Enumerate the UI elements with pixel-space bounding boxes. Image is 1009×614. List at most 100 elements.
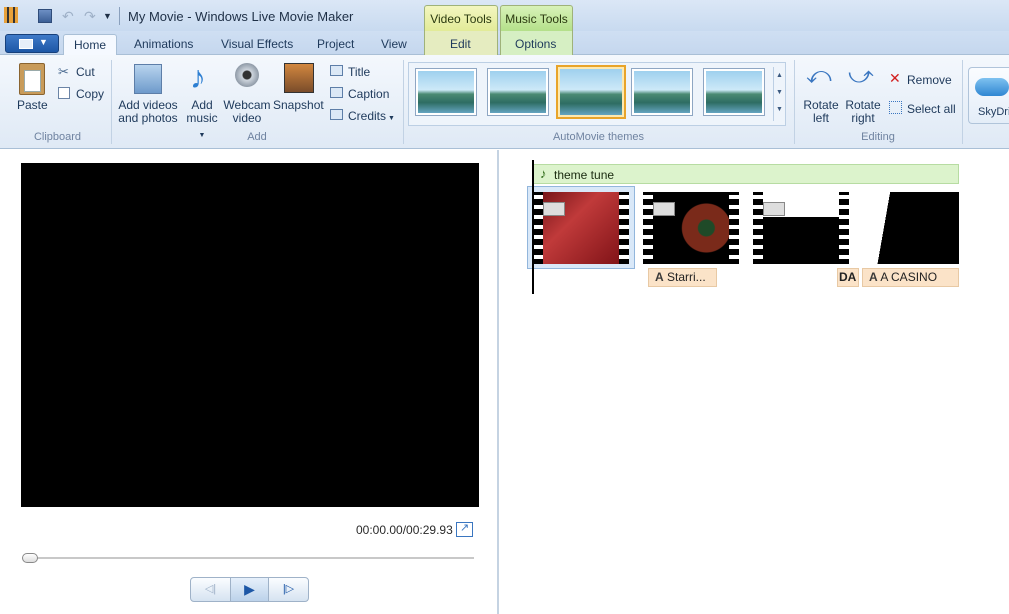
fullscreen-icon[interactable]: ↗ bbox=[456, 522, 473, 537]
play-icon[interactable]: ▶ bbox=[230, 578, 269, 601]
tab-edit[interactable]: Edit bbox=[450, 34, 471, 55]
window-title: My Movie - Windows Live Movie Maker bbox=[128, 9, 354, 24]
previous-frame-icon[interactable]: ◁| bbox=[191, 578, 230, 601]
webcam-label-line2: video bbox=[232, 111, 262, 125]
theme-thumbnail-3-selected[interactable] bbox=[556, 65, 626, 119]
application-menu-button[interactable]: ▼ bbox=[5, 34, 59, 53]
video-preview[interactable] bbox=[21, 163, 479, 507]
theme-thumbnail-5[interactable] bbox=[703, 68, 765, 116]
title-bar: ↶ ↷ ▼ My Movie - Windows Live Movie Make… bbox=[0, 0, 1009, 31]
credits-icon bbox=[330, 109, 343, 120]
credits-label: Credits bbox=[348, 109, 387, 123]
redo-icon[interactable]: ↷ bbox=[84, 9, 98, 23]
clip-badge-icon bbox=[653, 202, 675, 216]
movie-maker-app-icon bbox=[4, 7, 18, 23]
theme-thumbnail-1[interactable] bbox=[415, 68, 477, 116]
caption-text-2: A CASINO bbox=[880, 270, 938, 284]
remove-icon: ✕ bbox=[889, 70, 901, 86]
title-separator bbox=[119, 7, 120, 25]
caption-block-2[interactable]: DA bbox=[837, 268, 859, 287]
webcam-video-button[interactable]: Webcam video bbox=[223, 99, 271, 125]
music-track[interactable]: ♪ theme tune bbox=[533, 164, 959, 184]
snapshot-button[interactable]: Snapshot bbox=[273, 99, 324, 112]
rotate-right-button[interactable]: Rotate right bbox=[844, 99, 882, 125]
clip-badge-icon bbox=[763, 202, 785, 216]
seek-track[interactable] bbox=[22, 557, 474, 559]
paste-button[interactable]: Paste bbox=[17, 99, 48, 112]
gallery-up-icon[interactable]: ▲ bbox=[774, 67, 785, 84]
select-all-button[interactable]: Select all bbox=[907, 102, 956, 116]
next-frame-icon[interactable]: |▷ bbox=[269, 578, 308, 601]
caption-button[interactable]: Caption bbox=[348, 87, 389, 101]
select-all-icon bbox=[889, 101, 902, 114]
add-music-label-line2: music bbox=[186, 111, 218, 125]
caption-icon: A bbox=[655, 270, 664, 284]
chevron-down-icon: ▼ bbox=[39, 37, 48, 47]
scissors-icon: ✂ bbox=[58, 64, 69, 79]
title-button[interactable]: Title bbox=[348, 65, 370, 79]
rotate-left-icon[interactable]: ⤺ bbox=[806, 63, 832, 89]
clip-4[interactable] bbox=[863, 192, 959, 264]
add-group-label: Add bbox=[247, 131, 267, 143]
save-icon[interactable] bbox=[38, 9, 52, 23]
gallery-down-icon[interactable]: ▼ bbox=[774, 84, 785, 101]
snapshot-icon[interactable] bbox=[284, 63, 314, 93]
editing-group-label: Editing bbox=[861, 131, 895, 143]
timecode: 00:00.00/00:29.93 bbox=[356, 523, 453, 537]
caption-text-1: Starri... bbox=[667, 270, 706, 284]
add-videos-icon[interactable] bbox=[134, 64, 162, 94]
caption-block-1[interactable]: A Starri... bbox=[648, 268, 717, 287]
tab-animations[interactable]: Animations bbox=[134, 34, 193, 55]
skydrive-label: SkyDriv bbox=[978, 106, 1009, 118]
ribbon-separator bbox=[962, 60, 963, 144]
cut-button[interactable]: Cut bbox=[76, 65, 95, 79]
playback-controls: ◁| ▶ |▷ bbox=[190, 577, 309, 602]
automovie-themes-group-label: AutoMovie themes bbox=[552, 131, 645, 143]
quick-access-dropdown-icon[interactable]: ▼ bbox=[103, 9, 117, 23]
theme-thumbnail-4[interactable] bbox=[631, 68, 693, 116]
rotate-left-button[interactable]: Rotate left bbox=[802, 99, 840, 125]
app-menu-icon bbox=[19, 39, 33, 49]
cloud-icon bbox=[975, 78, 1009, 96]
theme-thumbnail-2[interactable] bbox=[487, 68, 549, 116]
gallery-more-icon[interactable]: ▼ bbox=[774, 101, 785, 118]
tab-options[interactable]: Options bbox=[515, 34, 556, 55]
webcam-icon[interactable] bbox=[235, 63, 259, 87]
clip-badge-icon bbox=[543, 202, 565, 216]
skydrive-button[interactable]: SkyDriv bbox=[968, 67, 1009, 124]
caption-icon bbox=[330, 87, 343, 98]
paste-icon[interactable] bbox=[19, 63, 45, 95]
add-videos-button[interactable]: Add videos and photos bbox=[117, 99, 179, 125]
copy-button[interactable]: Copy bbox=[76, 87, 104, 101]
clip-1[interactable] bbox=[533, 192, 629, 264]
clipboard-group-label: Clipboard bbox=[33, 131, 82, 143]
tab-view[interactable]: View bbox=[381, 34, 407, 55]
gallery-scroll[interactable]: ▲ ▼ ▼ bbox=[773, 67, 785, 121]
music-note-icon[interactable]: ♪ bbox=[190, 60, 206, 94]
music-track-label: theme tune bbox=[554, 168, 615, 182]
rotate-left-label-line2: left bbox=[812, 111, 829, 125]
tab-home[interactable]: Home bbox=[63, 34, 118, 55]
video-tools-label: Video Tools bbox=[424, 5, 498, 31]
ribbon-tab-row: ▼ Home Animations Visual Effects Project… bbox=[0, 31, 1009, 55]
playhead[interactable] bbox=[532, 160, 534, 294]
seek-thumb[interactable] bbox=[22, 553, 38, 563]
copy-icon bbox=[58, 87, 70, 99]
music-tools-label: Music Tools bbox=[500, 5, 573, 31]
caption-block-3[interactable]: A A CASINO bbox=[862, 268, 959, 287]
add-videos-label-line2: and photos bbox=[118, 111, 178, 125]
rotate-right-label-line2: right bbox=[851, 111, 875, 125]
chevron-down-icon: ▼ bbox=[386, 115, 395, 122]
undo-icon[interactable]: ↶ bbox=[62, 9, 76, 23]
title-icon bbox=[330, 65, 343, 76]
remove-button[interactable]: Remove bbox=[907, 73, 952, 87]
tab-project[interactable]: Project bbox=[317, 34, 354, 55]
music-note-icon: ♪ bbox=[540, 166, 547, 181]
expand-arrow-icon: ↗ bbox=[460, 522, 470, 534]
rotate-right-icon[interactable]: ⤻ bbox=[848, 63, 874, 89]
clip-2[interactable] bbox=[643, 192, 739, 264]
tab-visual-effects[interactable]: Visual Effects bbox=[221, 34, 293, 55]
caption-icon: A bbox=[869, 270, 878, 284]
clip-3[interactable] bbox=[753, 192, 849, 264]
credits-button[interactable]: Credits ▼ bbox=[348, 109, 395, 123]
